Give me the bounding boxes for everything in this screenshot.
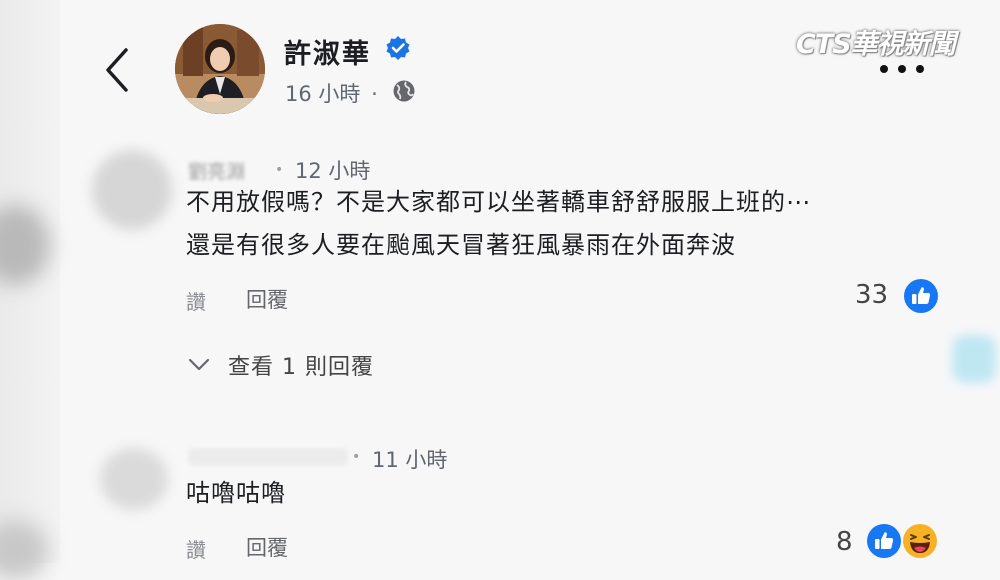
comment-time-separator: • [275,162,284,178]
chevron-down-icon [188,358,210,371]
comment-like-button[interactable]: 讚 [186,534,206,563]
comment-reply-button[interactable]: 回覆 [246,284,288,314]
comment-author-blurred[interactable]: 劉亮淵 [188,157,245,184]
comment-time-separator: • [352,449,361,465]
like-icon [867,524,901,558]
verified-badge-icon [386,36,410,60]
comment-time: 12 小時 [295,159,371,183]
comment-avatar[interactable] [92,150,172,230]
blurred-element-right [952,335,996,383]
post-time[interactable]: 16 小時 · [285,78,378,108]
comment-reply-button[interactable]: 回覆 [246,532,288,562]
more-dot-icon [880,65,888,73]
comment-time: 11 小時 [372,448,448,472]
comment-avatar[interactable] [100,448,168,510]
more-dot-icon [916,65,924,73]
back-arrow-icon [106,48,128,92]
globe-icon [393,80,415,102]
comment-like-button[interactable]: 讚 [186,286,206,315]
like-icon [904,279,938,313]
author-name[interactable]: 許淑華 [284,32,371,71]
cts-news-watermark: CTS華視新聞 [796,29,956,60]
view-replies-label: 查看 1 則回覆 [228,355,374,380]
reaction-count[interactable]: 8 [836,527,853,557]
post-time-text: 16 小時 [285,82,361,106]
author-photo [175,24,265,114]
haha-icon [903,524,937,558]
reaction-count[interactable]: 33 [855,280,888,310]
more-options-button[interactable] [880,62,924,76]
comment-text-line-1: 不用放假嗎？不是大家都可以坐著轎車舒舒服服上班的⋯ [186,188,811,216]
meta-separator: · [371,82,378,106]
view-replies-button[interactable]: 查看 1 則回覆 [188,348,374,382]
comment-text-line-2: 還是有很多人要在颱風天冒著狂風暴雨在外面奔波 [186,231,736,259]
author-avatar[interactable] [175,24,265,114]
comment-author-blurred[interactable] [188,448,348,466]
back-button[interactable] [98,44,138,96]
comment-text: 咕嚕咕嚕 [186,479,286,507]
more-dot-icon [898,65,906,73]
